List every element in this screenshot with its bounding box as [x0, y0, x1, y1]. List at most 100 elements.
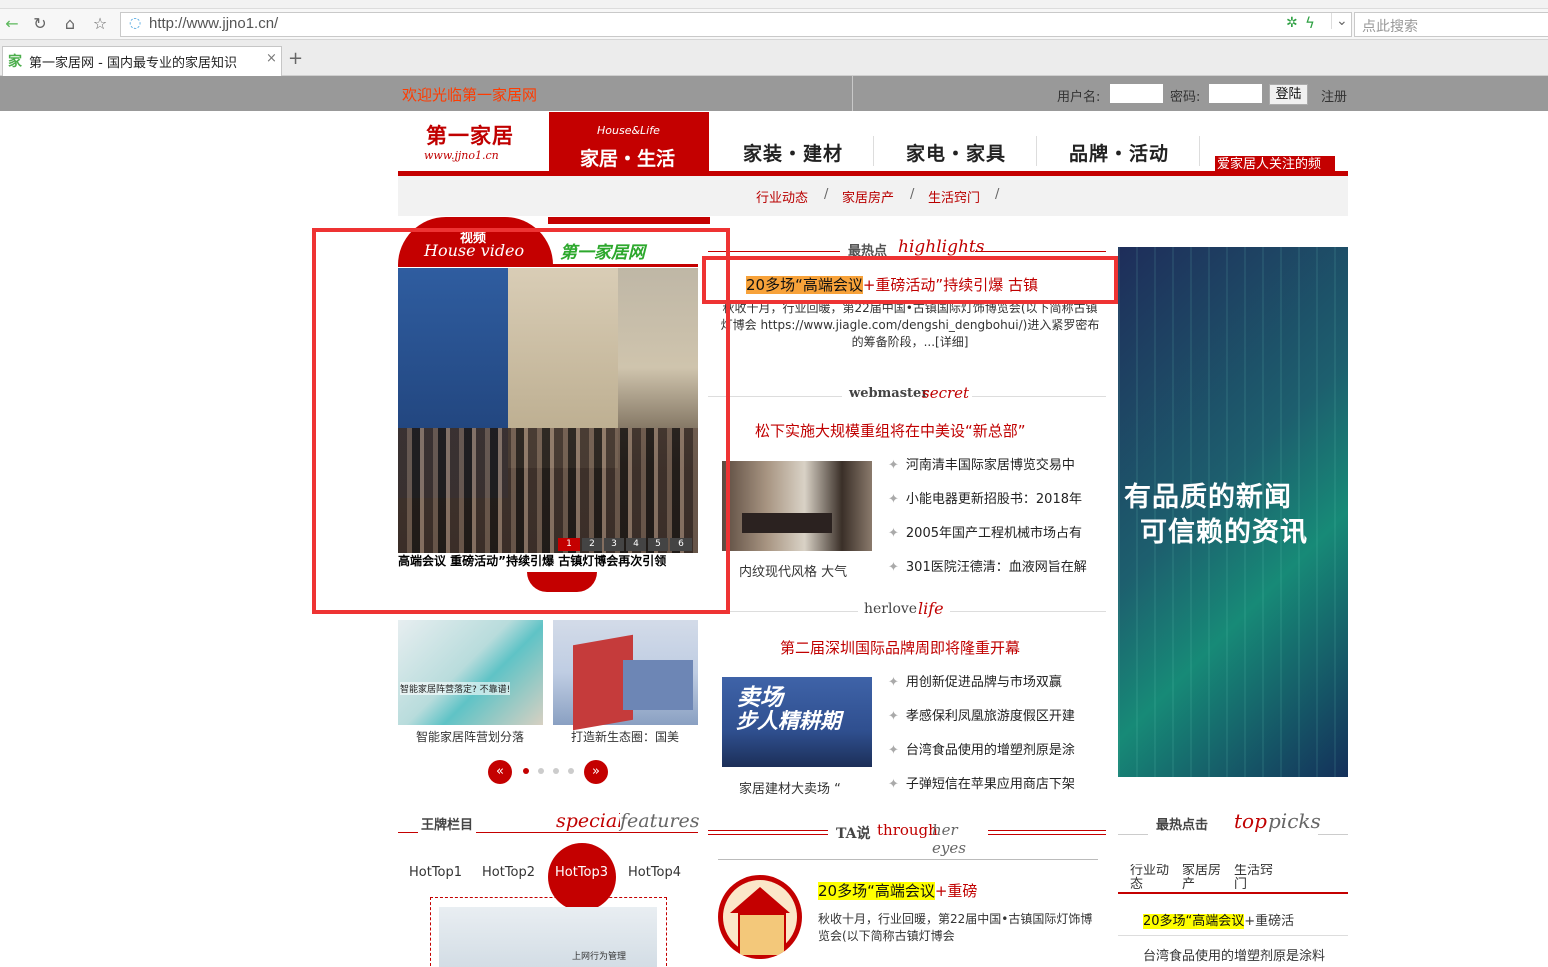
- carousel-dot-active[interactable]: [523, 768, 529, 774]
- register-link[interactable]: 注册: [1321, 86, 1347, 105]
- list-item-text: 2005年国产工程机械市场占有: [905, 526, 1082, 541]
- tab-hottop2[interactable]: HotTop2: [482, 865, 535, 880]
- list-item[interactable]: ✦ 2005年国产工程机械市场占有: [888, 522, 1082, 541]
- toppicks-tab-realestate[interactable]: 家居房产: [1182, 864, 1222, 890]
- bullet-icon: ✦: [888, 560, 899, 575]
- browser-toolbar: ← ↻ ⌂ ☆ ◌ http://www.jjno1.cn/ ✲ ϟ ⌄ 点此搜…: [0, 9, 1548, 40]
- herlove-image-caption[interactable]: 家居建材大卖场 “: [739, 778, 841, 797]
- thumb-caption[interactable]: 智能家居阵营划分落: [416, 728, 524, 745]
- toppicks-tab-rule: [1118, 892, 1348, 894]
- nav-item-home-life[interactable]: House&Life 家居・生活: [549, 112, 709, 172]
- list-item[interactable]: ✦ 301医院汪德清：血液网旨在解: [888, 556, 1087, 575]
- home-icon[interactable]: ⌂: [58, 12, 82, 36]
- welcome-text: 欢迎光临第一家居网: [402, 86, 538, 104]
- nav-divider: [1199, 136, 1200, 166]
- ta-summary[interactable]: 秋收十月，行业回暖，第22届中国•古镇国际灯饰博览会(以下简称古镇灯博会: [818, 911, 1096, 945]
- ta-headline-highlighted: 20多场“高端会议: [818, 882, 935, 900]
- bullet-icon: ✦: [888, 709, 899, 724]
- list-item[interactable]: ✦ 孝感保利凤凰旅游度假区开建: [888, 705, 1075, 724]
- username-input[interactable]: [1110, 84, 1163, 103]
- password-input[interactable]: [1209, 84, 1262, 103]
- list-item-text: 301医院汪德清：血液网旨在解: [905, 560, 1087, 575]
- annotation-box-headline: [702, 256, 1118, 304]
- speed-lightning-icon[interactable]: ϟ: [1305, 14, 1315, 32]
- webmaster-headline[interactable]: 松下实施大规模重组将在中美设“新总部”: [755, 420, 1026, 441]
- login-button[interactable]: 登陆: [1269, 84, 1308, 105]
- list-item-text: 子弹短信在苹果应用商店下架: [905, 777, 1075, 792]
- toppicks-item-highlighted: 20多场“高端会议: [1143, 914, 1245, 929]
- highlights-summary[interactable]: 秋收十月，行业回暖，第22届中国•古镇国际灯饰博览会(以下简称古镇灯博会 htt…: [718, 300, 1102, 368]
- carousel-dot[interactable]: [553, 768, 559, 774]
- refresh-icon[interactable]: ↻: [28, 12, 52, 36]
- nav-divider: [873, 136, 874, 166]
- ad-banner[interactable]: 有品质的新闻 可信赖的资讯: [1118, 247, 1348, 777]
- carousel-next-icon[interactable]: »: [584, 760, 608, 784]
- tab-strip: 家 第一家居网 - 国内最专业的家居知识 × +: [0, 40, 1548, 76]
- browser-search-input[interactable]: 点此搜索: [1354, 12, 1548, 37]
- nav-active-subtitle: House&Life: [597, 124, 660, 137]
- search-placeholder: 点此搜索: [1362, 19, 1418, 35]
- nav-item-decoration[interactable]: 家装・建材: [743, 139, 843, 166]
- back-arrow-icon[interactable]: ←: [0, 12, 24, 36]
- list-item-text: 河南清丰国际家居博览交易中: [905, 458, 1075, 473]
- site-logo-url: www.jjno1.cn: [424, 149, 499, 162]
- tab-hottop4[interactable]: HotTop4: [628, 865, 681, 880]
- special-content-frame: 上网行为管理: [430, 897, 667, 967]
- herlove-image[interactable]: 卖场 步人精耕期: [722, 677, 872, 767]
- subnav-realestate[interactable]: 家居房产: [842, 187, 894, 206]
- toppicks-item[interactable]: 台湾食品使用的增塑剂原是涂料: [1143, 945, 1325, 964]
- list-item[interactable]: ✦ 用创新促进品牌与市场双赢: [888, 671, 1062, 690]
- webmaster-image[interactable]: [722, 461, 872, 551]
- herlove-headline[interactable]: 第二届深圳国际品牌周即将隆重开幕: [780, 637, 1020, 658]
- toppicks-tab-industry[interactable]: 行业动态: [1130, 864, 1170, 890]
- tab-hottop1[interactable]: HotTop1: [409, 865, 462, 880]
- toppicks-title-en-b: picks: [1268, 809, 1321, 833]
- toppicks-title-en-a: top: [1234, 809, 1267, 833]
- toppicks-tab-tips[interactable]: 生活窍门: [1234, 864, 1274, 890]
- dropdown-chevron-icon[interactable]: ⌄: [1331, 13, 1348, 29]
- sofa: [742, 513, 832, 533]
- toppicks-divider: [1118, 935, 1348, 936]
- bullet-icon: ✦: [888, 777, 899, 792]
- carousel-prev-icon[interactable]: «: [488, 760, 512, 784]
- window-title-strip: [0, 0, 1548, 9]
- list-item[interactable]: ✦ 台湾食品使用的增塑剂原是涂: [888, 739, 1075, 758]
- browser-tab-active[interactable]: 家 第一家居网 - 国内最专业的家居知识 ×: [2, 46, 282, 76]
- special-title-cn: 王牌栏目: [418, 814, 477, 833]
- address-bar[interactable]: ◌ http://www.jjno1.cn/ ✲ ϟ ⌄: [120, 12, 1352, 37]
- special-image-text: 上网行为管理: [572, 952, 627, 962]
- divider: [852, 76, 853, 111]
- list-item[interactable]: ✦ 子弹短信在苹果应用商店下架: [888, 773, 1075, 792]
- special-title: 王牌栏目 special features: [408, 808, 700, 834]
- carousel-dot[interactable]: [538, 768, 544, 774]
- thumb-caption[interactable]: 打造新生态圈：国美: [571, 728, 679, 745]
- subnav-separator: /: [995, 187, 1000, 202]
- ta-title-b: through: [877, 821, 938, 839]
- security-shield-icon[interactable]: ✲: [1286, 15, 1298, 31]
- site-logo[interactable]: 第一家居: [426, 120, 514, 150]
- ta-title-c: her eyes: [932, 821, 966, 857]
- thumb-image-smart-home[interactable]: 智能家居阵营落定? 不靠谱!: [398, 620, 543, 725]
- thumb-image-gome[interactable]: [553, 620, 698, 731]
- toppicks-title-cn: 最热点击: [1156, 818, 1209, 833]
- username-label: 用户名:: [1057, 90, 1101, 105]
- special-image[interactable]: 上网行为管理: [439, 907, 657, 967]
- new-tab-icon[interactable]: +: [288, 48, 303, 69]
- nav-divider: [1036, 136, 1037, 166]
- list-item-text: 小能电器更新招股书：2018年: [905, 492, 1082, 507]
- ta-house-icon[interactable]: [718, 875, 802, 959]
- toppicks-item[interactable]: 20多场“高端会议+重磅活: [1143, 910, 1294, 929]
- ta-headline[interactable]: 20多场“高端会议+重磅: [818, 880, 977, 901]
- close-tab-icon[interactable]: ×: [266, 51, 277, 66]
- star-icon[interactable]: ☆: [88, 12, 112, 36]
- list-item[interactable]: ✦ 小能电器更新招股书：2018年: [888, 488, 1082, 507]
- nav-item-appliances[interactable]: 家电・家具: [906, 139, 1006, 166]
- list-item[interactable]: ✦ 河南清丰国际家居博览交易中: [888, 454, 1075, 473]
- webmaster-image-caption[interactable]: 内纹现代风格 大气: [739, 561, 847, 580]
- annotation-box-video: [312, 228, 730, 614]
- carousel-dot[interactable]: [568, 768, 574, 774]
- subnav-industry[interactable]: 行业动态: [756, 187, 808, 206]
- subnav-tips[interactable]: 生活窍门: [928, 187, 980, 206]
- herlove-title: herlove life: [858, 598, 950, 622]
- nav-item-brands[interactable]: 品牌・活动: [1069, 139, 1169, 166]
